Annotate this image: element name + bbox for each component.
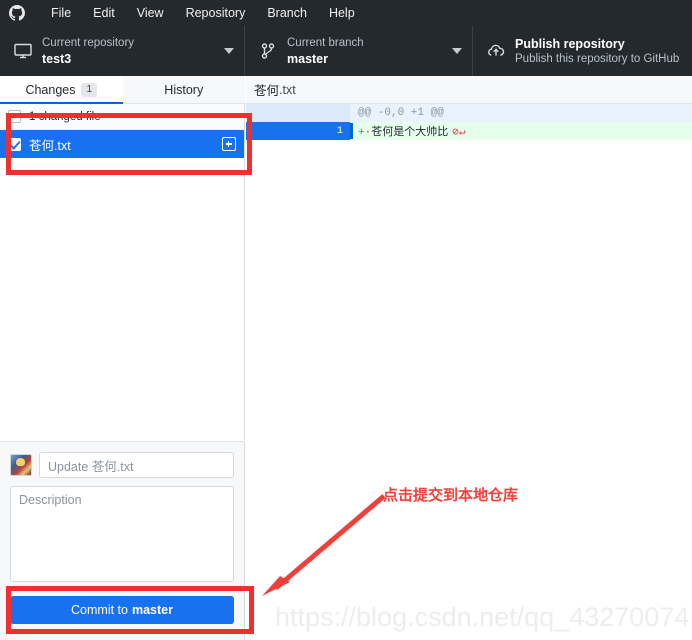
- diff-old-line-number: [246, 122, 298, 140]
- monitor-icon: [10, 43, 36, 59]
- diff-file-name: 苍何: [254, 80, 279, 99]
- menu-item-file[interactable]: File: [40, 3, 82, 23]
- cloud-upload-icon: [483, 43, 509, 59]
- publish-repository-subtitle: Publish this repository to GitHub: [515, 52, 682, 67]
- branch-icon: [255, 43, 281, 59]
- current-branch-text: Current branch master: [287, 36, 446, 67]
- commit-summary-row: Update 苍何.txt: [10, 452, 234, 478]
- changes-sidebar: 1 changed file 苍何.txt: [0, 104, 245, 440]
- user-avatar-icon: [10, 454, 32, 476]
- current-repository-text: Current repository test3: [42, 36, 218, 67]
- current-repository-button[interactable]: Current repository test3: [0, 26, 245, 76]
- chevron-down-icon: [452, 48, 462, 54]
- diff-new-line-number: [298, 104, 350, 122]
- file-name-label: 苍何.txt: [29, 135, 222, 154]
- current-repository-label: Current repository: [42, 36, 218, 51]
- current-repository-value: test3: [42, 51, 218, 67]
- diff-added-line-text: +·苍何是个大帅比⊘↵: [350, 123, 465, 139]
- annotation-callout-text: 点击提交到本地仓库: [383, 484, 518, 505]
- diff-carriage-return-marker: ⊘↵: [452, 127, 465, 139]
- publish-repository-title: Publish repository: [515, 36, 682, 52]
- commit-button-prefix: Commit to: [71, 603, 128, 617]
- tab-changes-badge: 1: [81, 83, 97, 97]
- diff-line-content: 苍何是个大帅比: [371, 127, 448, 139]
- commit-area: Update 苍何.txt Description Commit to mast…: [0, 441, 245, 640]
- diff-added-row[interactable]: 1 +·苍何是个大帅比⊘↵: [246, 122, 692, 140]
- diff-content: @@ -0,0 +1 @@ 1 +·苍何是个大帅比⊘↵: [246, 104, 692, 140]
- github-desktop-window: File Edit View Repository Branch Help Cu…: [0, 0, 692, 640]
- file-include-checkbox[interactable]: [8, 138, 21, 151]
- tab-history-label: History: [164, 83, 203, 97]
- current-branch-label: Current branch: [287, 36, 446, 51]
- diff-old-line-number: [246, 104, 298, 122]
- diff-new-line-number: 1: [298, 122, 350, 140]
- changed-files-header: 1 changed file: [0, 104, 244, 130]
- publish-repository-text: Publish repository Publish this reposito…: [515, 36, 682, 67]
- github-mark-icon[interactable]: [8, 4, 26, 22]
- chevron-down-icon: [224, 48, 234, 54]
- commit-summary-input[interactable]: Update 苍何.txt: [39, 452, 234, 478]
- tab-history[interactable]: History: [123, 76, 246, 103]
- menu-item-branch[interactable]: Branch: [256, 3, 318, 23]
- plus-added-icon: [222, 137, 236, 151]
- commit-to-master-button[interactable]: Commit to master: [10, 596, 234, 624]
- menu-item-repository[interactable]: Repository: [175, 3, 257, 23]
- menu-item-view[interactable]: View: [126, 3, 175, 23]
- file-list-item[interactable]: 苍何.txt: [0, 130, 244, 158]
- sidebar-tabs: Changes 1 History: [0, 76, 245, 104]
- tab-changes-label: Changes: [25, 83, 75, 97]
- toolbar: Current repository test3 Current branch …: [0, 26, 692, 76]
- diff-hunk-row[interactable]: @@ -0,0 +1 @@: [246, 104, 692, 122]
- diff-hunk-header-text: @@ -0,0 +1 @@: [350, 107, 444, 119]
- menu-item-help[interactable]: Help: [318, 3, 366, 23]
- tab-changes[interactable]: Changes 1: [0, 76, 123, 103]
- current-branch-button[interactable]: Current branch master: [245, 26, 473, 76]
- diff-file-extension: .txt: [279, 83, 296, 97]
- select-all-checkbox[interactable]: [8, 110, 21, 123]
- commit-description-input[interactable]: Description: [10, 486, 234, 582]
- changed-files-count-label: 1 changed file: [29, 111, 101, 123]
- diff-plus-marker: +: [358, 127, 365, 139]
- current-branch-value: master: [287, 51, 446, 67]
- annotation-arrow-icon: [252, 490, 392, 605]
- watermark-url: https://blog.csdn.net/qq_43270074: [275, 602, 689, 633]
- diff-file-title: 苍何.txt: [246, 76, 692, 104]
- menu-item-edit[interactable]: Edit: [82, 3, 126, 23]
- menu-bar: File Edit View Repository Branch Help: [0, 0, 692, 26]
- commit-button-branch: master: [132, 603, 173, 617]
- publish-repository-button[interactable]: Publish repository Publish this reposito…: [473, 26, 692, 76]
